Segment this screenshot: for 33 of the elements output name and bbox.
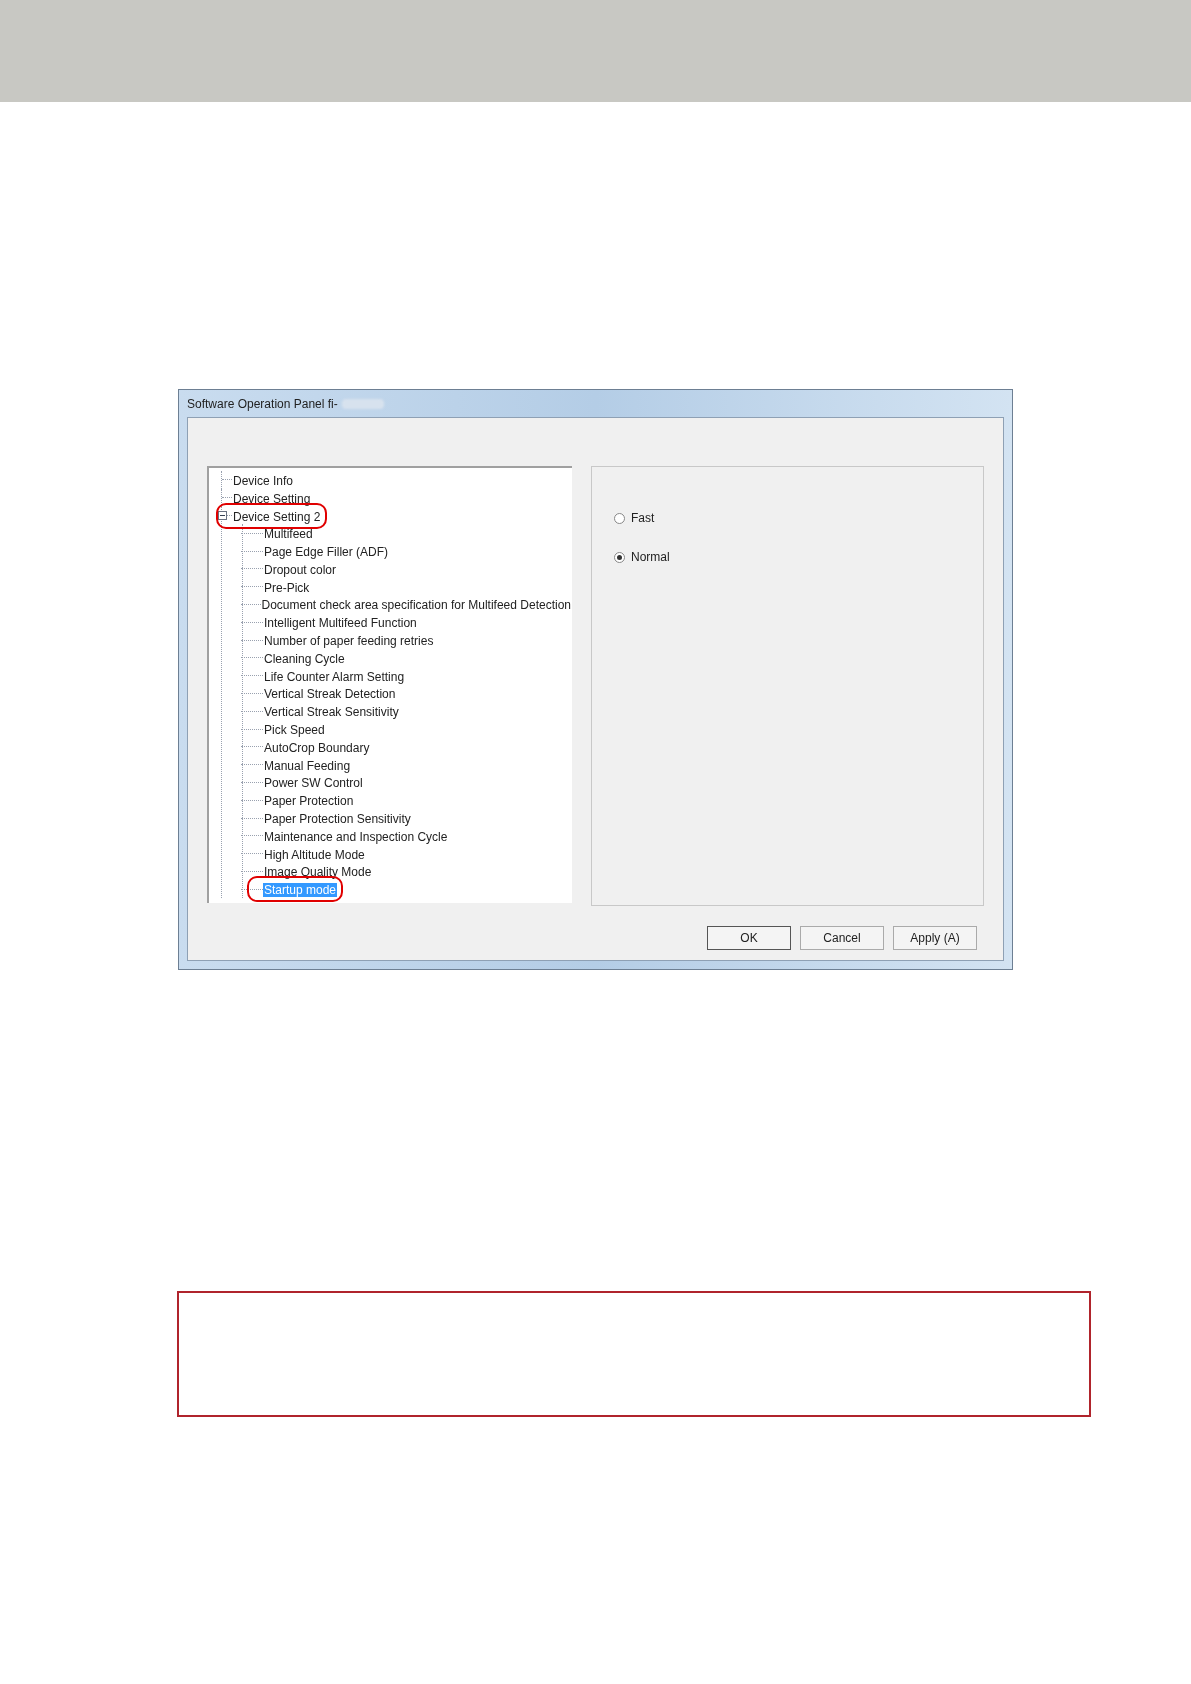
tree-item[interactable]: Paper Protection (263, 794, 355, 809)
tree-item[interactable]: Life Counter Alarm Setting (263, 669, 406, 684)
dialog-button[interactable]: OK (707, 926, 791, 950)
radio-label: Normal (631, 549, 670, 566)
radio-button[interactable] (614, 512, 625, 524)
blurred-text (341, 398, 384, 409)
tree-item[interactable]: Document check area specification for Multifeed Detection (260, 598, 572, 613)
tree-item[interactable]: Cleaning Cycle (263, 651, 346, 666)
tree-item[interactable]: Pre-Pick (263, 580, 311, 595)
tree-item[interactable]: Vertical Streak Detection (263, 687, 397, 702)
tree-item[interactable]: Number of paper feeding retries (263, 634, 435, 649)
tree-item[interactable]: Dropout color (263, 562, 338, 577)
tree-item[interactable]: Paper Protection Sensitivity (263, 812, 412, 827)
dialog-button[interactable]: Cancel (800, 926, 884, 950)
radio-label: Fast (631, 510, 655, 527)
tree-item[interactable]: High Altitude Mode (263, 847, 366, 862)
tree-item[interactable]: Manual Feeding (263, 758, 352, 773)
radio-button[interactable] (614, 551, 625, 563)
tree-item[interactable]: Device Info (232, 473, 295, 488)
tree-item[interactable]: Pick Speed (263, 723, 326, 738)
tree-item[interactable]: Intelligent Multifeed Function (263, 616, 418, 631)
tree-item[interactable]: Device Setting 2 (232, 509, 322, 524)
tree-item[interactable]: Vertical Streak Sensitivity (263, 705, 400, 720)
window-title: Software Operation Panel fi- (187, 395, 338, 413)
tree-item[interactable]: Maintenance and Inspection Cycle (263, 829, 449, 844)
dialog-button[interactable]: Apply (A) (893, 926, 977, 950)
tree-item[interactable]: Power SW Control (263, 776, 364, 791)
collapse-icon[interactable] (218, 510, 227, 520)
tree-item[interactable]: Image Quality Mode (263, 865, 373, 880)
tree-item[interactable]: Multifeed (263, 527, 314, 542)
tree-item[interactable]: Page Edge Filler (ADF) (263, 545, 390, 560)
tree-item[interactable]: Device Setting (232, 491, 312, 506)
tree-item[interactable]: AutoCrop Boundary (263, 740, 371, 755)
